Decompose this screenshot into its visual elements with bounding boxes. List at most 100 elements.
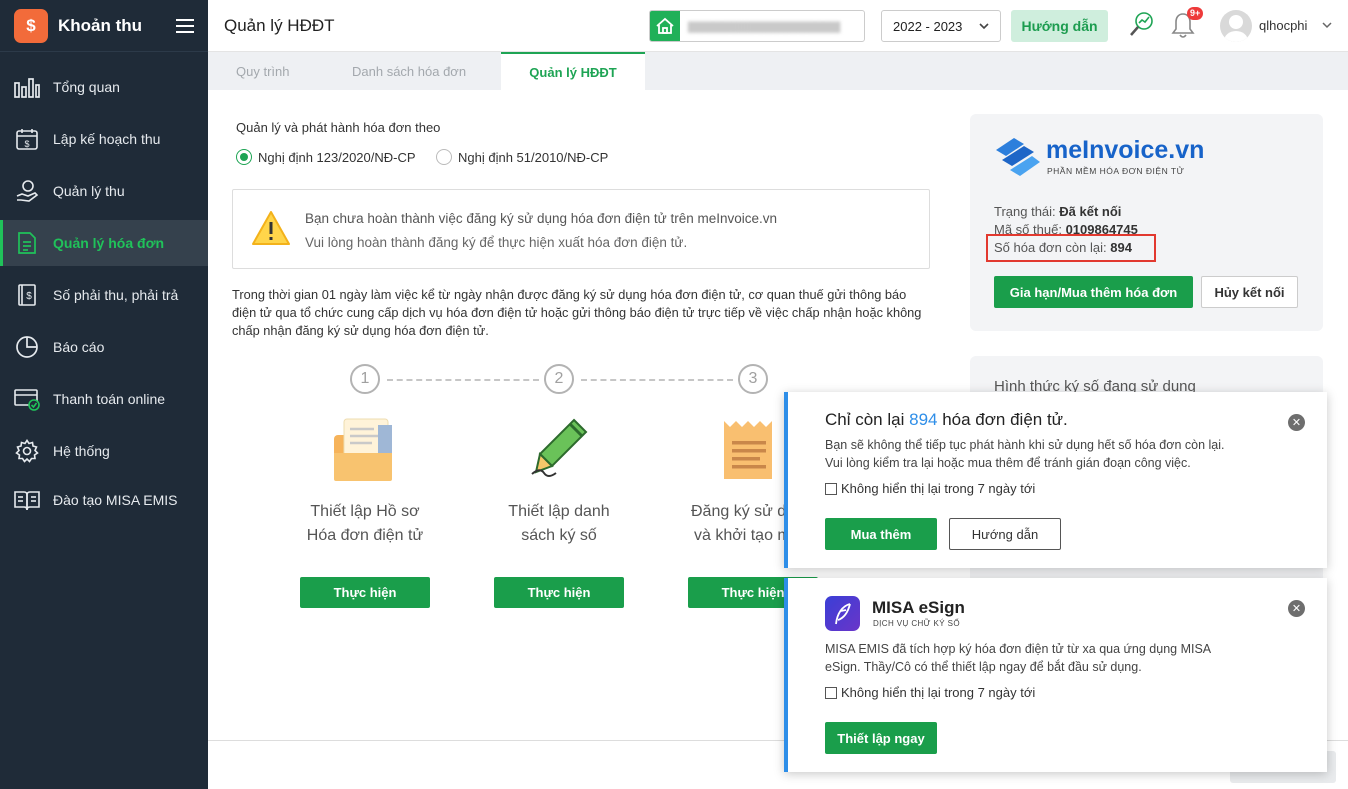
sidebar-item-label: Tổng quan xyxy=(53,79,120,95)
step-connector xyxy=(581,379,733,381)
document-folder-icon xyxy=(334,418,392,481)
dont-show-checkbox[interactable]: Không hiển thị lại trong 7 ngày tới xyxy=(825,481,1035,496)
sidebar-item-collections[interactable]: Quản lý thu xyxy=(0,168,208,214)
radio-decree-123[interactable]: Nghị định 123/2020/NĐ-CP xyxy=(236,149,416,165)
step-title-2: Thiết lập danh sách ký số xyxy=(508,503,610,544)
buy-more-button[interactable]: Mua thêm xyxy=(825,518,937,550)
esign-brand: MISA eSign xyxy=(872,598,965,617)
top-bar: Quản lý HĐĐT ▇▇▇▇▇▇▇▇▇▇▇▇▇▇▇▇▇▇ 2022 - 2… xyxy=(208,0,1348,52)
app-name: Khoản thu xyxy=(58,15,143,35)
meinvoice-brand: meInvoice.vn xyxy=(1046,136,1205,164)
step-title-3: Đăng ký sử d và khởi tạo m xyxy=(691,503,791,544)
tab-invoice-list[interactable]: Danh sách hóa đơn xyxy=(352,52,466,90)
step-number-2: 2 xyxy=(544,364,574,394)
step-title-1: Thiết lập Hồ sơ Hóa đơn điện tử xyxy=(306,503,424,544)
open-book-icon xyxy=(14,487,40,513)
tab-einvoice-management[interactable]: Quản lý HĐĐT xyxy=(501,52,645,90)
calendar-money-icon: $ xyxy=(14,126,40,152)
home-icon[interactable] xyxy=(650,11,680,41)
radio-decree-51[interactable]: Nghị định 51/2010/NĐ-CP xyxy=(436,149,608,165)
meinvoice-card: meInvoice.vn PHẦN MỀM HÓA ĐƠN ĐIỆN TỬ Tr… xyxy=(970,114,1323,331)
disconnect-button[interactable]: Hủy kết nối xyxy=(1201,276,1298,308)
decree-intro: Quản lý và phát hành hóa đơn theo xyxy=(236,120,441,135)
pie-chart-icon xyxy=(14,334,40,360)
sidebar-item-label: Lập kế hoạch thu xyxy=(53,131,161,147)
setup-now-button[interactable]: Thiết lập ngay xyxy=(825,722,937,754)
svg-text:$: $ xyxy=(26,291,32,302)
sidebar-item-label: Báo cáo xyxy=(53,339,105,355)
tab-bar: Quy trình Danh sách hóa đơn Quản lý HĐĐT xyxy=(208,52,1348,90)
sidebar-item-label: Hệ thống xyxy=(53,443,110,459)
popup-message-2: eSign. Thầy/Cô có thể thiết lập ngay để … xyxy=(825,660,1142,674)
bar-chart-icon xyxy=(14,74,40,100)
step-connector xyxy=(387,379,539,381)
receipt-icon xyxy=(724,421,772,479)
checkbox-box[interactable] xyxy=(825,686,837,699)
esign-logo-icon xyxy=(825,596,860,631)
step-2-execute-button[interactable]: Thực hiện xyxy=(494,577,624,608)
sidebar-item-label: Đào tạo MISA EMIS xyxy=(53,492,178,508)
gear-icon xyxy=(14,438,40,464)
avatar[interactable] xyxy=(1220,10,1252,42)
hamburger-menu-icon[interactable] xyxy=(176,15,194,37)
tab-process[interactable]: Quy trình xyxy=(236,52,289,90)
info-paragraph: Trong thời gian 01 ngày làm việc kể từ n… xyxy=(232,287,922,338)
popup-message-1: Bạn sẽ không thể tiếp tục phát hành khi … xyxy=(825,438,1225,452)
meinvoice-tagline: PHẦN MỀM HÓA ĐƠN ĐIỆN TỬ xyxy=(1047,166,1185,176)
sidebar-item-invoices[interactable]: Quản lý hóa đơn xyxy=(0,220,208,266)
organization-selector[interactable]: ▇▇▇▇▇▇▇▇▇▇▇▇▇▇▇▇▇▇ xyxy=(649,10,865,42)
search-analytics-icon[interactable] xyxy=(1128,10,1156,40)
signing-pen-icon xyxy=(531,418,588,477)
sidebar-item-training[interactable]: Đào tạo MISA EMIS xyxy=(0,477,208,523)
popup-message-1: MISA EMIS đã tích hợp ký hóa đơn điện tử… xyxy=(825,642,1212,656)
chevron-down-icon xyxy=(979,23,989,30)
esign-sub: DỊCH VỤ CHỮ KÝ SỐ xyxy=(873,619,960,628)
radio-selected[interactable] xyxy=(236,149,252,165)
notification-badge: 9+ xyxy=(1187,7,1204,20)
sidebar-item-label: Quản lý hóa đơn xyxy=(53,235,165,251)
page-title: Quản lý HĐĐT xyxy=(224,16,335,35)
dont-show-checkbox[interactable]: Không hiển thị lại trong 7 ngày tới xyxy=(825,685,1035,700)
sidebar-item-receivables[interactable]: $ Số phải thu, phải trả xyxy=(0,272,208,318)
app-logo-icon: $ xyxy=(14,8,48,43)
popup-title: Chỉ còn lại 894 hóa đơn điện tử. xyxy=(825,410,1068,429)
guide-button-popup[interactable]: Hướng dẫn xyxy=(949,518,1061,550)
brand-bar: $ Khoản thu xyxy=(0,0,208,52)
close-icon[interactable]: ✕ xyxy=(1288,600,1305,617)
radio-label: Nghị định 123/2020/NĐ-CP xyxy=(258,149,416,165)
radio-unselected[interactable] xyxy=(436,149,452,165)
warning-line-1: Bạn chưa hoàn thành việc đăng ký sử dụng… xyxy=(305,211,778,226)
low-invoice-alert-popup: ✕ Chỉ còn lại 894 hóa đơn điện tử. Bạn s… xyxy=(784,392,1327,568)
sidebar: $ Khoản thu Tổng quan $ Lập kế hoạch thu… xyxy=(0,0,208,789)
checkbox-box[interactable] xyxy=(825,482,837,495)
school-year-value: 2022 - 2023 xyxy=(893,18,963,34)
step-1-execute-button[interactable]: Thực hiện xyxy=(300,577,430,608)
online-payment-icon xyxy=(14,386,40,412)
connection-status: Trạng thái: Đã kết nối xyxy=(994,204,1122,219)
esign-popup: ✕ MISA eSign DỊCH VỤ CHỮ KÝ SỐ MISA EMIS… xyxy=(784,578,1327,772)
sidebar-item-label: Thanh toán online xyxy=(53,391,166,407)
warning-line-2: Vui lòng hoàn thành đăng ký để thực hiện… xyxy=(305,235,688,250)
chevron-down-icon[interactable] xyxy=(1320,18,1334,32)
sidebar-item-reports[interactable]: Báo cáo xyxy=(0,324,208,370)
meinvoice-logo-icon xyxy=(996,138,1040,176)
sidebar-item-overview[interactable]: Tổng quan xyxy=(0,64,208,110)
registration-warning: Bạn chưa hoàn thành việc đăng ký sử dụng… xyxy=(232,189,930,269)
step-number-3: 3 xyxy=(738,364,768,394)
close-icon[interactable]: ✕ xyxy=(1288,414,1305,431)
invoice-document-icon xyxy=(14,230,40,256)
sidebar-item-system[interactable]: Hệ thống xyxy=(0,428,208,474)
sidebar-item-label: Số phải thu, phải trả xyxy=(53,287,179,303)
step-number-1: 1 xyxy=(350,364,380,394)
username[interactable]: qlhocphi xyxy=(1259,18,1307,33)
organization-name-blurred: ▇▇▇▇▇▇▇▇▇▇▇▇▇▇▇▇▇▇ xyxy=(688,20,841,33)
renew-buy-invoices-button[interactable]: Gia hạn/Mua thêm hóa đơn xyxy=(994,276,1193,308)
sidebar-item-label: Quản lý thu xyxy=(53,183,125,199)
svg-text:$: $ xyxy=(24,139,29,149)
guide-button[interactable]: Hướng dẫn xyxy=(1011,10,1108,42)
sidebar-item-online-payment[interactable]: Thanh toán online xyxy=(0,376,208,422)
warning-icon xyxy=(252,211,290,245)
highlight-box xyxy=(986,234,1156,262)
sidebar-item-planning[interactable]: $ Lập kế hoạch thu xyxy=(0,116,208,162)
school-year-select[interactable]: 2022 - 2023 xyxy=(881,10,1001,42)
